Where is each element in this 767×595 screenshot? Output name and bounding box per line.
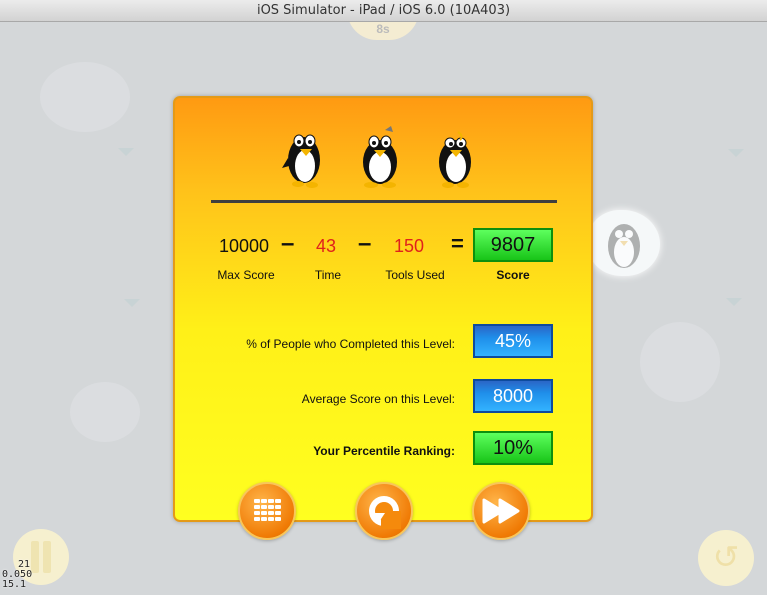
time-value: 43: [316, 236, 337, 256]
tools-used-value: 150: [394, 236, 425, 256]
fast-forward-icon: [482, 498, 520, 524]
average-score-box: 8000: [473, 379, 553, 413]
window-title: iOS Simulator - iPad / iOS 6.0 (10A403): [256, 3, 511, 18]
background-marker: [728, 149, 744, 157]
penguin-sprite: [588, 210, 660, 276]
divider: [211, 200, 557, 203]
timer-value: 8s: [376, 22, 390, 36]
max-score-value: 10000: [219, 236, 270, 256]
debug-stats: 21 0.050 15.1: [2, 560, 32, 590]
completion-rate-label: % of People who Completed this Level:: [246, 337, 455, 351]
level-select-button[interactable]: [238, 482, 296, 540]
penguin-icon: [363, 126, 397, 188]
score-equation: 10000 – 43 – 150 = 9807 Max Score Time T…: [175, 228, 595, 282]
background-shape: [40, 62, 130, 132]
background-marker: [124, 299, 140, 307]
grid-icon: [254, 499, 281, 523]
penguin-row: [280, 124, 480, 190]
background-shape: [640, 322, 720, 402]
completion-rate-box: 45%: [473, 324, 553, 358]
minus-operator: –: [281, 230, 295, 257]
score-value: 9807: [490, 234, 536, 256]
results-panel: 10000 – 43 – 150 = 9807 Max Score Time T…: [173, 96, 595, 540]
score-box: 9807: [473, 228, 553, 262]
replay-button[interactable]: [355, 482, 413, 540]
game-area: 8s ↺ 21 0.050 15.1 10000 – 43 – 150 = 98…: [0, 22, 767, 595]
time-label: Time: [314, 268, 342, 282]
background-marker: [726, 298, 742, 306]
background-marker: [118, 148, 134, 156]
completion-rate-value: 45%: [494, 331, 532, 351]
penguin-icon: [608, 224, 640, 268]
minus-operator: –: [358, 230, 372, 257]
average-score-value: 8000: [492, 386, 534, 406]
percentile-box: 10%: [473, 431, 553, 465]
score-label: Score: [496, 268, 530, 282]
tools-used-label: Tools Used: [385, 268, 445, 282]
max-score-label: Max Score: [217, 268, 275, 282]
average-score-label: Average Score on this Level:: [301, 392, 455, 406]
debug-line: 15.1: [2, 579, 27, 590]
next-level-button[interactable]: [472, 482, 530, 540]
percentile-label: Your Percentile Ranking:: [313, 444, 455, 458]
timer-badge: 8s: [347, 22, 419, 40]
penguin-icon: [439, 131, 471, 188]
penguin-icon: [282, 134, 320, 188]
replay-icon: ↺: [712, 539, 740, 575]
percentile-value: 10%: [492, 437, 534, 459]
background-shape: [70, 382, 140, 442]
window-titlebar: iOS Simulator - iPad / iOS 6.0 (10A403): [0, 0, 767, 22]
equals-operator: =: [451, 231, 464, 256]
replay-icon: [369, 496, 401, 529]
replay-corner-button[interactable]: ↺: [698, 530, 754, 586]
